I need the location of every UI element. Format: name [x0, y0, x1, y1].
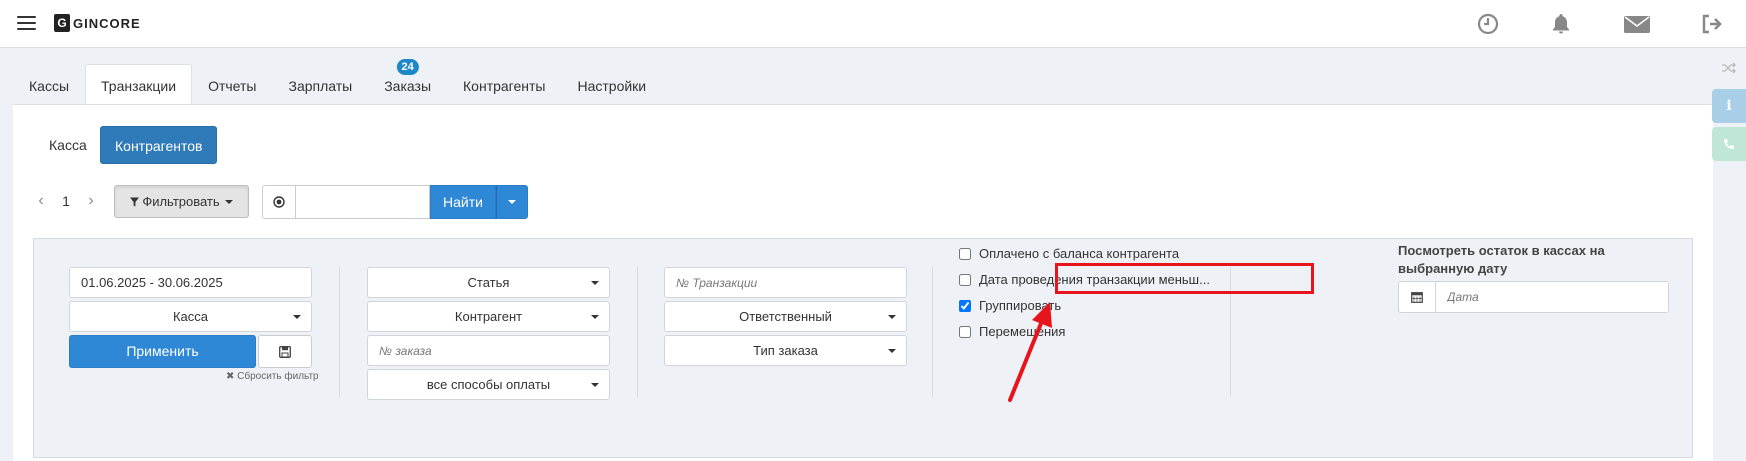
tab-label: Зарплаты	[288, 78, 353, 94]
subtab-cash[interactable]: Касса	[35, 126, 101, 164]
highlight-box	[1055, 263, 1314, 294]
checkbox-label: Перемещения	[979, 324, 1066, 339]
responsible-select-label: Ответственный	[739, 309, 832, 324]
find-button[interactable]: Найти	[430, 185, 496, 219]
checkbox-paid-from-balance[interactable]: Оплачено с баланса контрагента	[959, 246, 1179, 261]
tab-label: Отчеты	[208, 78, 257, 94]
transaction-number-field[interactable]	[664, 267, 907, 298]
shuffle-icon[interactable]	[1712, 51, 1746, 85]
reset-filter-link[interactable]: ✖ Сбросить фильтр	[226, 371, 319, 382]
tab-label: Транзакции	[101, 78, 177, 94]
apply-button[interactable]: Применить	[69, 335, 256, 368]
funnel-icon	[129, 197, 139, 207]
info-icon[interactable]: i	[1712, 89, 1746, 123]
caret-down-icon	[888, 315, 896, 319]
transfers-checkbox[interactable]	[959, 325, 971, 338]
article-select-label: Статья	[467, 275, 510, 290]
logout-icon[interactable]	[1700, 12, 1724, 36]
subtab-counterparties[interactable]: Контрагентов	[100, 126, 218, 164]
payment-methods-select[interactable]: все способы оплаты	[367, 369, 610, 400]
order-type-select[interactable]: Тип заказа	[664, 335, 907, 366]
save-filter-button[interactable]	[258, 335, 312, 368]
search-options-dropdown[interactable]	[496, 185, 528, 219]
checkbox-label: Оплачено с баланса контрагента	[979, 246, 1180, 261]
page-number[interactable]: 1	[53, 193, 79, 209]
filter-toggle-button[interactable]: Фильтровать	[114, 185, 249, 218]
balance-on-date-title: Посмотреть остаток в кассах на выбранную…	[1398, 243, 1605, 276]
prev-page-icon[interactable]: ‹	[29, 192, 53, 210]
transaction-number-input[interactable]	[676, 268, 906, 297]
transactions-panel: Касса Контрагентов ‹ 1 › Фильтровать Най…	[13, 104, 1713, 461]
logo-text: GINCORE	[73, 15, 141, 31]
caret-down-icon	[508, 200, 516, 204]
date-range-field[interactable]: 01.06.2025 - 30.06.2025	[69, 267, 312, 298]
caret-down-icon	[591, 315, 599, 319]
order-number-input[interactable]	[379, 336, 609, 365]
reset-filter-label: Сбросить фильтр	[237, 371, 319, 382]
column-divider	[932, 267, 933, 397]
checkbox-transfers[interactable]: Перемещения	[959, 324, 1065, 339]
search-group: Найти	[262, 185, 528, 219]
caret-down-icon	[591, 383, 599, 387]
tab-transactions[interactable]: Транзакции	[85, 64, 193, 105]
tab-label: Заказы	[384, 78, 432, 94]
next-page-icon[interactable]: ›	[79, 192, 103, 210]
tab-cashboxes[interactable]: Кассы	[13, 64, 85, 105]
phone-icon[interactable]	[1712, 127, 1746, 161]
transaction-date-checkbox[interactable]	[959, 273, 971, 286]
balance-date-field[interactable]	[1398, 281, 1669, 313]
cashbox-select-label: Касса	[172, 309, 209, 324]
article-select[interactable]: Статья	[367, 267, 610, 298]
tab-counterparties[interactable]: Контрагенты	[447, 64, 561, 105]
hamburger-menu-icon[interactable]	[17, 16, 36, 30]
clear-search-icon[interactable]	[262, 185, 295, 219]
pagination: ‹ 1 ›	[29, 185, 103, 217]
checkbox-label: Группировать	[979, 298, 1062, 313]
order-number-field[interactable]	[367, 335, 610, 366]
search-input[interactable]	[295, 185, 430, 219]
tab-reports[interactable]: Отчеты	[192, 64, 272, 105]
tab-salaries[interactable]: Зарплаты	[272, 64, 368, 105]
caret-down-icon	[293, 315, 301, 319]
bell-icon[interactable]	[1549, 12, 1573, 36]
calendar-icon[interactable]	[1399, 282, 1436, 312]
logo[interactable]: G GINCORE	[54, 14, 141, 32]
paid-from-balance-checkbox[interactable]	[959, 247, 971, 260]
cashbox-select[interactable]: Касса	[69, 301, 312, 332]
floppy-disk-icon	[279, 345, 291, 358]
checkbox-group[interactable]: Группировать	[959, 298, 1061, 313]
close-icon: ✖	[226, 371, 235, 382]
top-bar: G GINCORE	[0, 0, 1746, 48]
orders-count-badge: 24	[396, 59, 419, 75]
balance-date-input[interactable]	[1436, 282, 1668, 312]
tab-label: Контрагенты	[463, 78, 546, 94]
responsible-select[interactable]: Ответственный	[664, 301, 907, 332]
date-range-value: 01.06.2025 - 30.06.2025	[81, 275, 223, 290]
caret-down-icon	[591, 281, 599, 285]
envelope-icon[interactable]	[1623, 12, 1651, 36]
column-divider	[637, 267, 638, 397]
tab-label: Кассы	[29, 78, 70, 94]
filter-label: Фильтровать	[142, 194, 220, 209]
caret-down-icon	[888, 349, 896, 353]
group-checkbox[interactable]	[959, 299, 971, 312]
tab-orders[interactable]: Заказы 24	[368, 59, 447, 105]
tab-label: Настройки	[577, 78, 647, 94]
tab-settings[interactable]: Настройки	[561, 64, 662, 105]
counterparty-select[interactable]: Контрагент	[367, 301, 610, 332]
caret-down-icon	[225, 200, 234, 204]
column-divider	[339, 267, 340, 397]
order-type-select-label: Тип заказа	[753, 343, 818, 358]
logo-mark: G	[54, 14, 70, 32]
clock-icon[interactable]	[1476, 12, 1500, 36]
main-tabs: Кассы Транзакции Отчеты Зарплаты Заказы …	[13, 59, 662, 105]
counterparty-select-label: Контрагент	[454, 309, 523, 324]
payment-methods-label: все способы оплаты	[426, 377, 551, 392]
